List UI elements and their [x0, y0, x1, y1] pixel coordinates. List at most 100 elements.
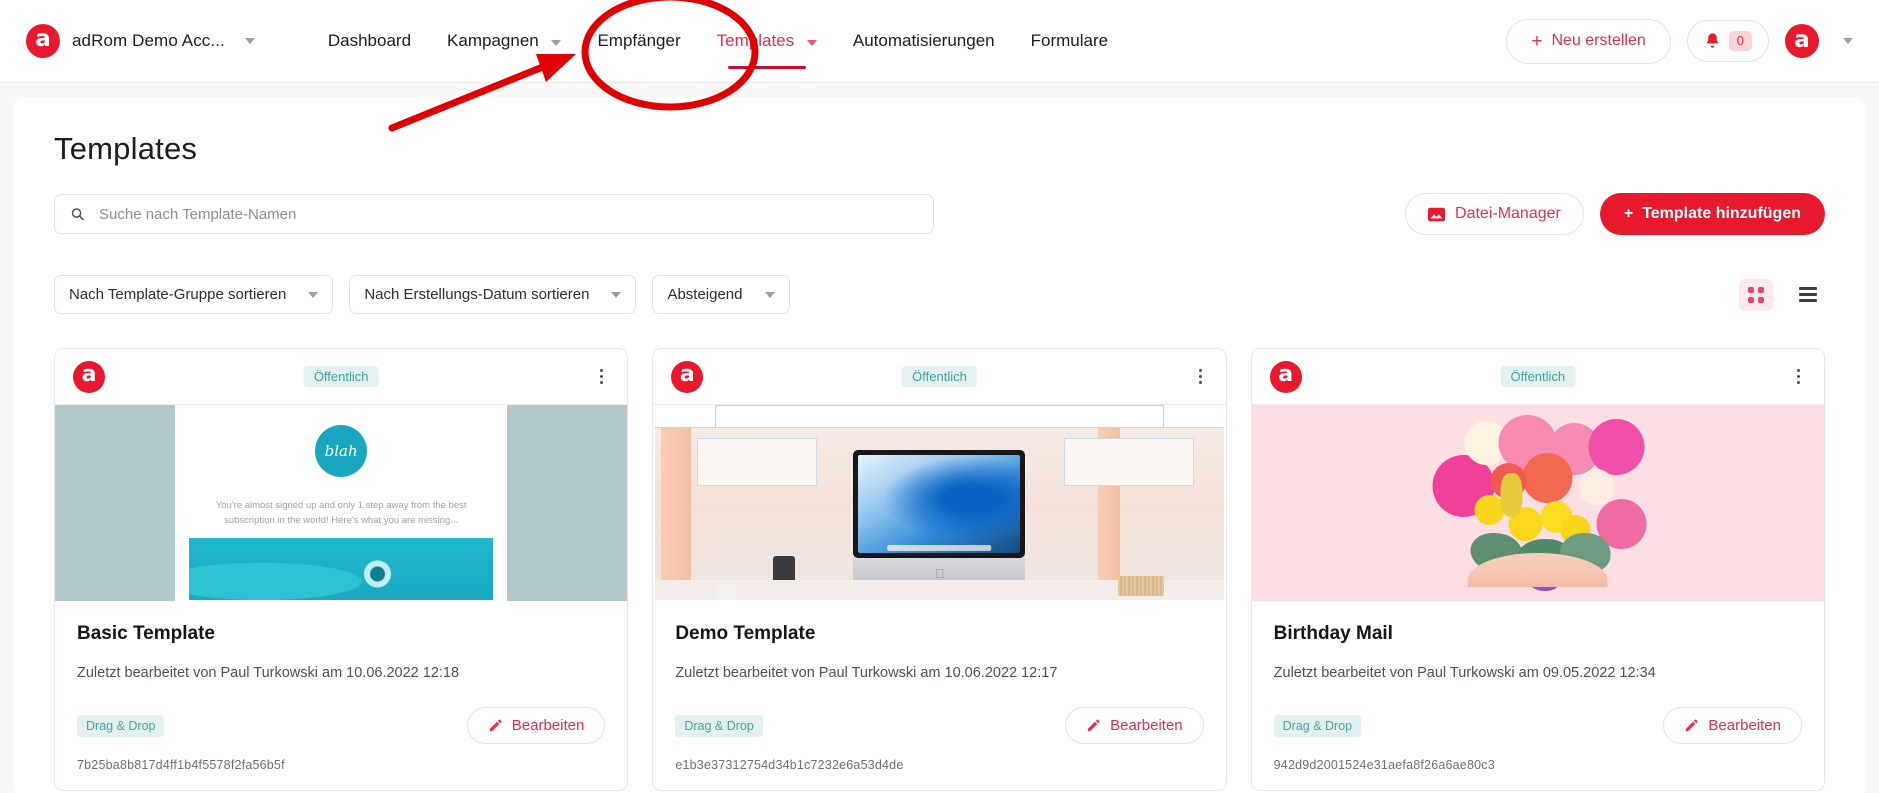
- template-id: 7b25ba8b817d4ff1b4f5578f2fa56b5f: [77, 758, 285, 772]
- thumbnail-photo: [1430, 415, 1647, 591]
- nav-item-dashboard[interactable]: Dashboard: [310, 1, 429, 81]
- template-last-edited: Zuletzt bearbeitet von Paul Turkowski am…: [675, 665, 1058, 681]
- template-title: Basic Template: [77, 623, 215, 644]
- template-card[interactable]: a Öffentlich blah You're almost signed u…: [54, 348, 629, 791]
- card-options-menu-button[interactable]: [1193, 365, 1208, 388]
- thumbnail-logo-text: blah: [315, 425, 368, 477]
- list-view-button[interactable]: [1791, 279, 1825, 311]
- template-last-edited: Zuletzt bearbeitet von Paul Turkowski am…: [77, 665, 460, 681]
- card-header: a Öffentlich: [1251, 349, 1824, 405]
- card-footer: Drag & Drop Bearbeiten: [77, 707, 606, 744]
- pencil-icon: [1087, 719, 1100, 732]
- plus-icon: +: [1623, 205, 1634, 222]
- file-manager-button[interactable]: Datei-Manager: [1405, 193, 1584, 235]
- nav-item-templates[interactable]: Templates: [699, 1, 835, 81]
- template-card[interactable]: a Öffentlich Birthday Mail Zuletzt bearb…: [1250, 348, 1825, 791]
- template-title: Birthday Mail: [1273, 623, 1393, 644]
- adrom-logo-icon: a: [73, 360, 105, 393]
- sort-by-creation-date-label: Nach Erstellungs-Datum sortieren: [364, 286, 590, 303]
- edit-template-button[interactable]: Bearbeiten: [1065, 707, 1204, 744]
- grid-view-icon: [1748, 286, 1764, 303]
- card-footer: Drag & Drop Bearbeiten: [1273, 707, 1802, 744]
- adrom-logo-icon: a: [671, 360, 704, 393]
- view-mode-toggle: [1739, 278, 1825, 311]
- edit-template-button[interactable]: Bearbeiten: [1663, 707, 1802, 744]
- template-type-tag: Drag & Drop: [77, 714, 165, 737]
- edit-template-button[interactable]: Bearbeiten: [466, 707, 606, 744]
- template-title: Demo Template: [675, 623, 816, 644]
- template-card-grid: a Öffentlich blah You're almost signed u…: [54, 348, 1825, 791]
- nav-label-dashboard: Dashboard: [327, 31, 412, 50]
- nav-label-automatisierungen: Automatisierungen: [852, 31, 995, 50]
- user-avatar[interactable]: a: [1785, 24, 1819, 58]
- nav-item-automatisierungen[interactable]: Automatisierungen: [835, 1, 1013, 81]
- chevron-down-icon: [308, 291, 319, 298]
- edit-template-label: Bearbeiten: [1708, 717, 1781, 734]
- chevron-down-icon: [611, 291, 622, 298]
- card-header: a Öffentlich: [653, 349, 1226, 405]
- sort-by-template-group-label: Nach Template-Gruppe sortieren: [69, 286, 287, 303]
- edit-template-label: Bearbeiten: [1110, 717, 1183, 734]
- nav-item-empfaenger[interactable]: Empfänger: [579, 1, 698, 81]
- chevron-down-icon: [764, 291, 775, 298]
- file-manager-label: Datei-Manager: [1455, 205, 1561, 222]
- adrom-logo-icon: a: [26, 24, 60, 58]
- chevron-down-icon: [551, 40, 562, 46]
- page-title: Templates: [54, 131, 198, 166]
- card-body: Basic Template Zuletzt bearbeitet von Pa…: [55, 601, 627, 790]
- top-navigation-bar: a adRom Demo Acc... Dashboard Kampagnen …: [0, 0, 1879, 83]
- account-switcher[interactable]: a adRom Demo Acc...: [26, 24, 255, 58]
- template-thumbnail: blah You're almost signed up and only 1 …: [55, 405, 628, 601]
- visibility-badge: Öffentlich: [902, 366, 977, 387]
- edit-template-label: Bearbeiten: [511, 717, 585, 734]
- create-new-label: Neu erstellen: [1551, 32, 1646, 49]
- template-type-tag: Drag & Drop: [675, 714, 763, 737]
- notification-count-badge: 0: [1728, 30, 1752, 52]
- pencil-icon: [1686, 719, 1698, 732]
- visibility-badge: Öffentlich: [303, 366, 379, 387]
- nav-item-kampagnen[interactable]: Kampagnen: [429, 1, 579, 81]
- list-view-icon: [1799, 287, 1817, 302]
- template-id: 942d9d2001524e31aefa8f26a6ae80c3: [1273, 758, 1495, 772]
- search-input[interactable]: [54, 194, 934, 234]
- nav-label-templates: Templates: [716, 31, 795, 50]
- nav-label-kampagnen: Kampagnen: [447, 31, 539, 50]
- plus-icon: +: [1531, 30, 1543, 52]
- template-id: e1b3e37312754d34b1c7232e6a53d4de: [675, 758, 904, 772]
- notifications-button[interactable]: 0: [1686, 19, 1769, 63]
- main-nav: Dashboard Kampagnen Empfänger Templates …: [310, 1, 1126, 81]
- card-options-menu-button[interactable]: [1791, 365, 1806, 388]
- create-new-button[interactable]: + Neu erstellen: [1506, 18, 1671, 64]
- sort-by-creation-date-select[interactable]: Nach Erstellungs-Datum sortieren: [349, 275, 637, 314]
- visibility-badge: Öffentlich: [1500, 366, 1576, 387]
- page-action-buttons: Datei-Manager + Template hinzufügen: [1405, 193, 1825, 235]
- search-container: [54, 194, 934, 234]
- card-footer: Drag & Drop Bearbeiten: [675, 707, 1204, 744]
- add-template-label: Template hinzufügen: [1642, 205, 1801, 222]
- card-header: a Öffentlich: [55, 349, 628, 405]
- sort-direction-label: Absteigend: [667, 286, 743, 303]
- grid-view-button[interactable]: [1739, 278, 1773, 311]
- search-icon: [71, 208, 84, 221]
- add-template-button[interactable]: + Template hinzufügen: [1599, 193, 1825, 235]
- nav-item-formulare[interactable]: Formulare: [1013, 1, 1126, 81]
- template-type-tag: Drag & Drop: [1273, 714, 1362, 737]
- account-name-label: adRom Demo Acc...: [72, 31, 225, 50]
- chevron-down-icon: [244, 38, 255, 44]
- adrom-logo-icon: a: [1269, 360, 1302, 393]
- search-and-actions-row: Datei-Manager + Template hinzufügen: [54, 193, 1825, 235]
- nav-label-empfaenger: Empfänger: [597, 31, 681, 50]
- sort-direction-select[interactable]: Absteigend: [652, 275, 790, 314]
- card-options-menu-button[interactable]: [594, 365, 609, 388]
- pencil-icon: [489, 719, 502, 732]
- sort-by-template-group-select[interactable]: Nach Template-Gruppe sortieren: [54, 275, 334, 314]
- card-body: Demo Template Zuletzt bearbeitet von Pau…: [653, 601, 1225, 790]
- template-thumbnail: : [653, 405, 1226, 601]
- chevron-down-icon: [806, 40, 817, 46]
- template-card[interactable]: a Öffentlich : [652, 348, 1227, 791]
- image-icon: [1428, 207, 1446, 221]
- card-body: Birthday Mail Zuletzt bearbeitet von Pau…: [1252, 601, 1824, 790]
- chevron-down-icon[interactable]: [1843, 38, 1853, 44]
- template-thumbnail: [1251, 405, 1824, 601]
- thumbnail-photo: : [853, 450, 1026, 588]
